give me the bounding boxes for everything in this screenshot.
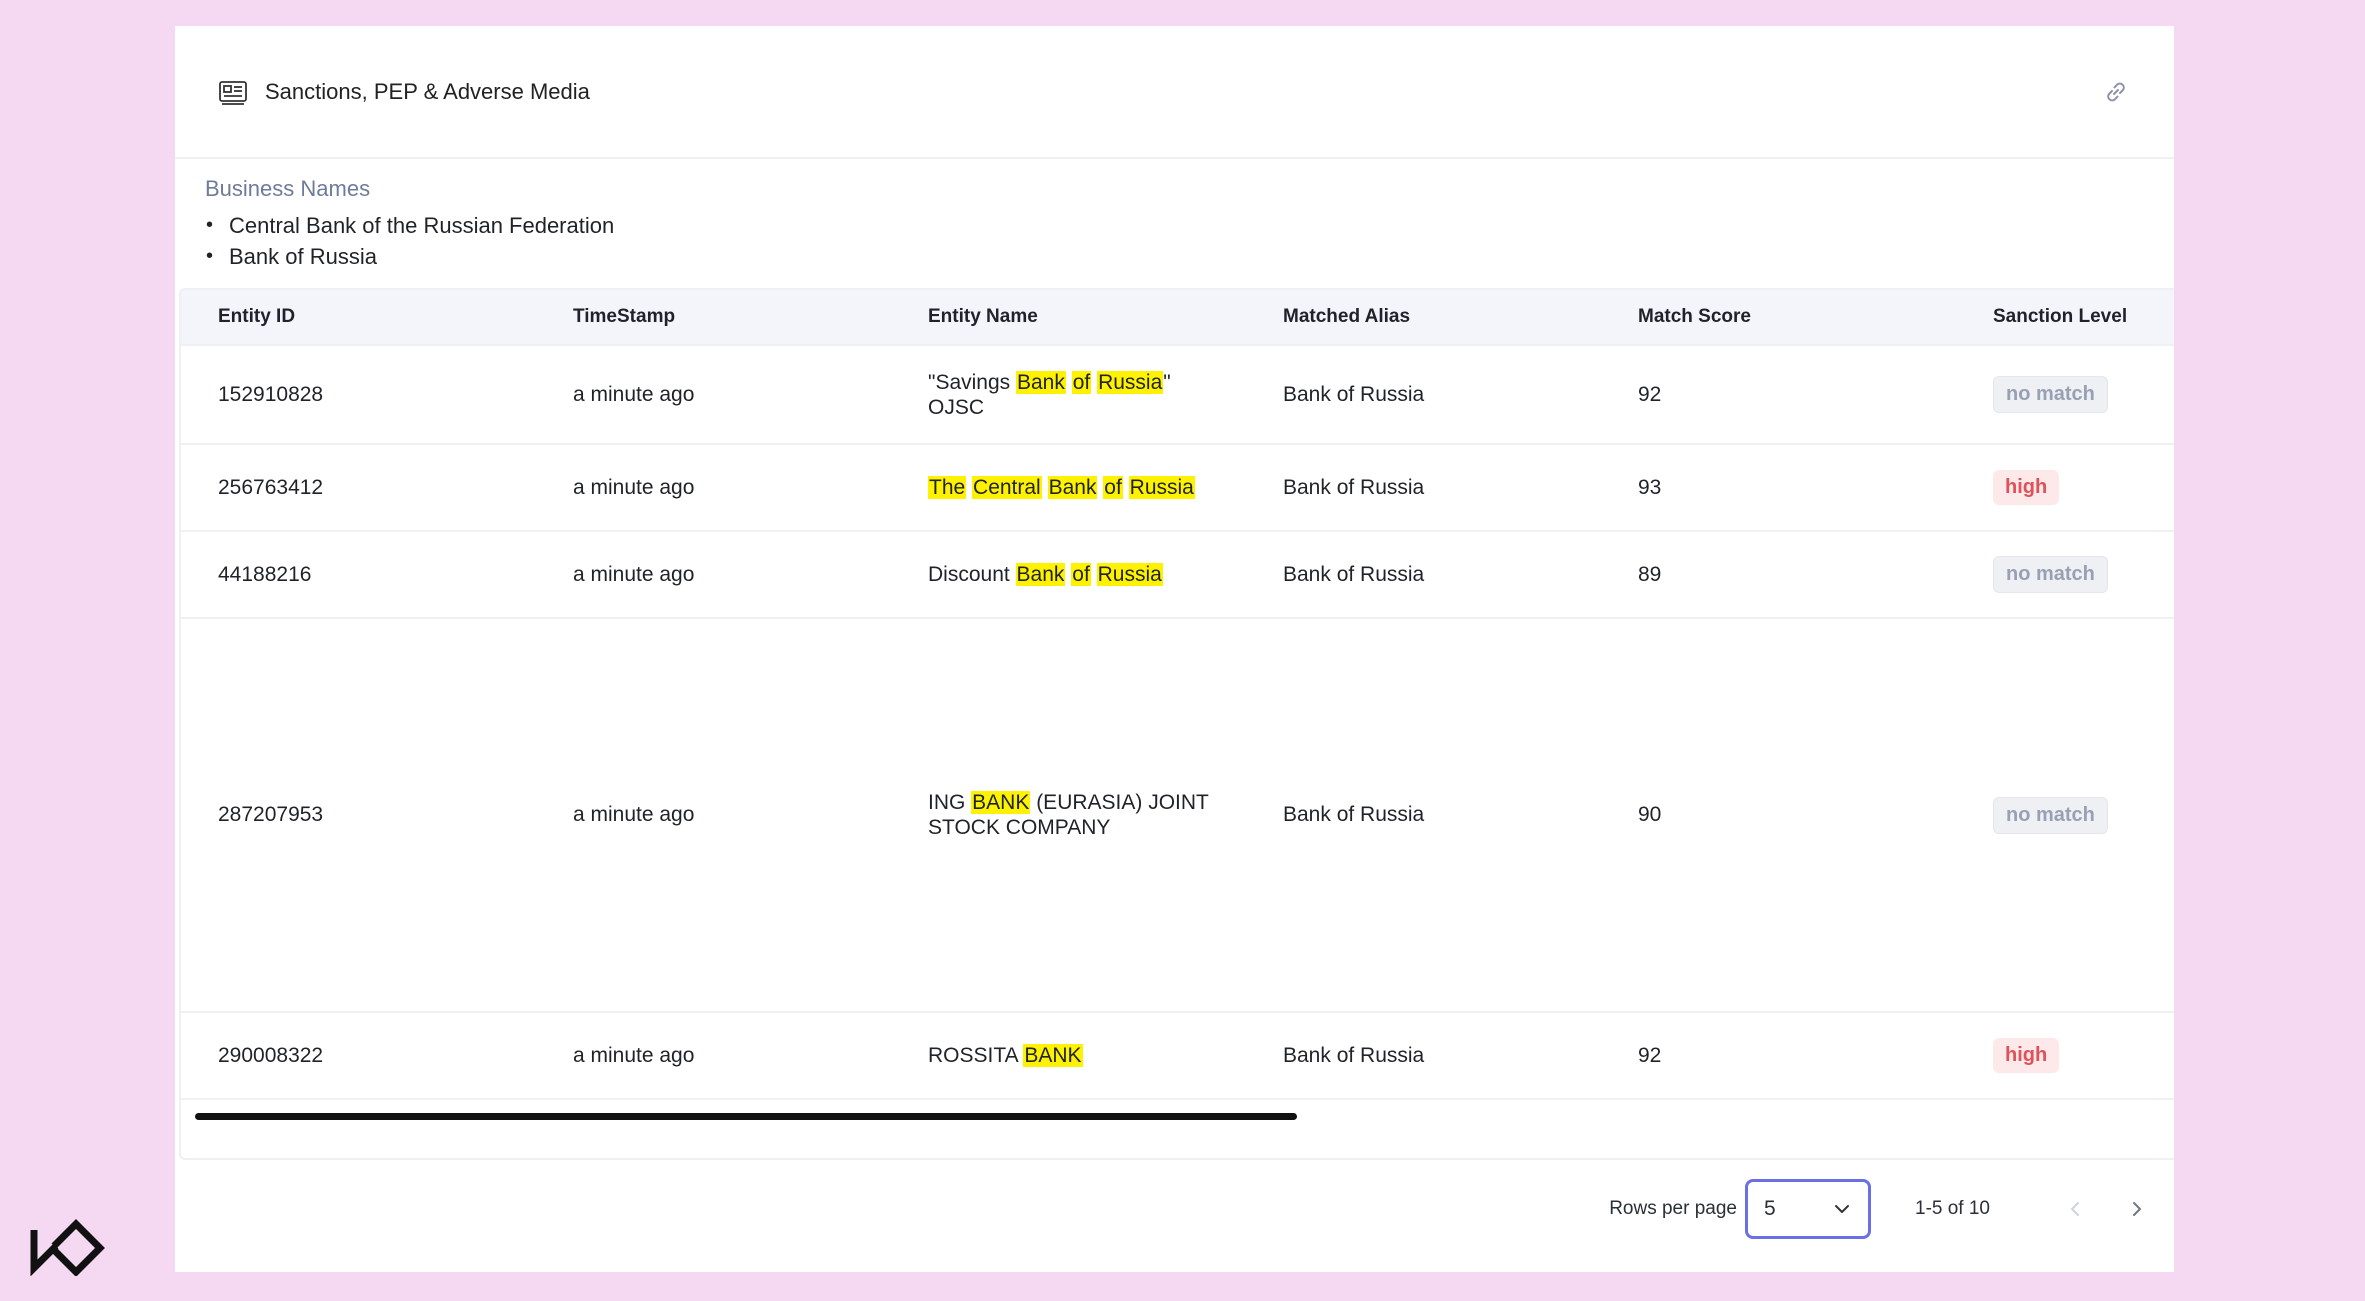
next-page-button[interactable] <box>2122 1195 2150 1223</box>
status-badge: no match <box>1993 376 2108 413</box>
business-name-item: Bank of Russia <box>206 241 2174 272</box>
matched-alias: Bank of Russia <box>1283 803 1425 826</box>
business-names-label: Business Names <box>205 176 371 201</box>
entity-name: Discount Bank of Russia <box>928 563 1163 586</box>
column-header-entity-id[interactable]: Entity ID <box>181 306 536 328</box>
entity-name: ING BANK (EURASIA) JOINT STOCK COMPANY <box>928 791 1209 839</box>
entity-id: 152910828 <box>218 382 324 406</box>
match-score: 92 <box>1638 1043 1662 1067</box>
rows-per-page-label: Rows per page <box>1609 1198 1737 1219</box>
match-score: 92 <box>1638 382 1662 406</box>
previous-page-button[interactable] <box>2062 1195 2090 1223</box>
timestamp: a minute ago <box>573 803 695 826</box>
matched-alias: Bank of Russia <box>1283 562 1425 586</box>
table-row[interactable]: 152910828 a minute ago "Savings Bank of … <box>181 346 2174 445</box>
entity-name: ROSSITA BANK <box>928 1044 1083 1067</box>
page-range: 1-5 of 10 <box>1915 1198 1990 1219</box>
column-header-entity-name[interactable]: Entity Name <box>891 306 1246 328</box>
chevron-right-icon <box>2133 1202 2141 1216</box>
timestamp: a minute ago <box>573 1043 695 1067</box>
business-name-item: Central Bank of the Russian Federation <box>206 210 2174 241</box>
match-score: 93 <box>1638 475 1662 499</box>
matched-alias: Bank of Russia <box>1283 1043 1425 1067</box>
column-header-matched-alias[interactable]: Matched Alias <box>1246 306 1601 328</box>
sanctions-card: Sanctions, PEP & Adverse Media Business … <box>175 26 2174 1272</box>
match-score: 89 <box>1638 562 1662 586</box>
column-header-timestamp[interactable]: TimeStamp <box>536 306 891 328</box>
chevron-down-icon <box>1832 1199 1852 1219</box>
table-row[interactable]: 256763412 a minute ago The Central Bank … <box>181 445 2174 532</box>
table-row[interactable]: 287207953 a minute ago ING BANK (EURASIA… <box>181 619 2174 1013</box>
status-badge: no match <box>1993 796 2108 834</box>
id-card-icon <box>218 77 248 107</box>
business-names-list: Central Bank of the Russian Federation B… <box>205 210 2174 272</box>
entity-id: 44188216 <box>218 562 312 586</box>
card-header: Sanctions, PEP & Adverse Media <box>175 26 2174 159</box>
matched-alias: Bank of Russia <box>1283 382 1425 406</box>
matched-alias: Bank of Russia <box>1283 475 1425 499</box>
business-names-section: Business Names Central Bank of the Russi… <box>175 159 2174 272</box>
status-badge: high <box>1993 470 2060 505</box>
entity-id: 290008322 <box>218 1043 324 1067</box>
table-header-row: Entity ID TimeStamp Entity Name Matched … <box>181 290 2174 346</box>
card-title: Sanctions, PEP & Adverse Media <box>265 78 590 104</box>
column-header-sanction-level[interactable]: Sanction Level <box>1956 306 2174 328</box>
table-row[interactable]: 44188216 a minute ago Discount Bank of R… <box>181 532 2174 619</box>
timestamp: a minute ago <box>573 382 695 406</box>
entity-id: 287207953 <box>218 803 324 826</box>
status-badge: high <box>1993 1038 2060 1073</box>
column-header-match-score[interactable]: Match Score <box>1601 306 1956 328</box>
chevron-left-icon <box>2071 1202 2079 1216</box>
pagination: Rows per page 5 1-5 of 10 <box>1609 1179 2150 1239</box>
timestamp: a minute ago <box>573 562 695 586</box>
link-icon[interactable] <box>2102 78 2130 106</box>
rows-per-page-select[interactable]: 5 <box>1745 1179 1871 1239</box>
entity-name: The Central Bank of Russia <box>928 476 1195 499</box>
status-badge: no match <box>1993 556 2108 593</box>
rows-per-page-value: 5 <box>1764 1197 1776 1220</box>
matches-table: Entity ID TimeStamp Entity Name Matched … <box>179 288 2174 1160</box>
horizontal-scrollbar[interactable] <box>195 1113 1297 1120</box>
entity-id: 256763412 <box>218 475 324 499</box>
entity-name: "Savings Bank of Russia" OJSC <box>928 370 1171 419</box>
match-score: 90 <box>1638 803 1662 826</box>
brand-logo-icon <box>30 1218 108 1277</box>
table-row[interactable]: 290008322 a minute ago ROSSITA BANK Bank… <box>181 1013 2174 1100</box>
timestamp: a minute ago <box>573 475 695 499</box>
